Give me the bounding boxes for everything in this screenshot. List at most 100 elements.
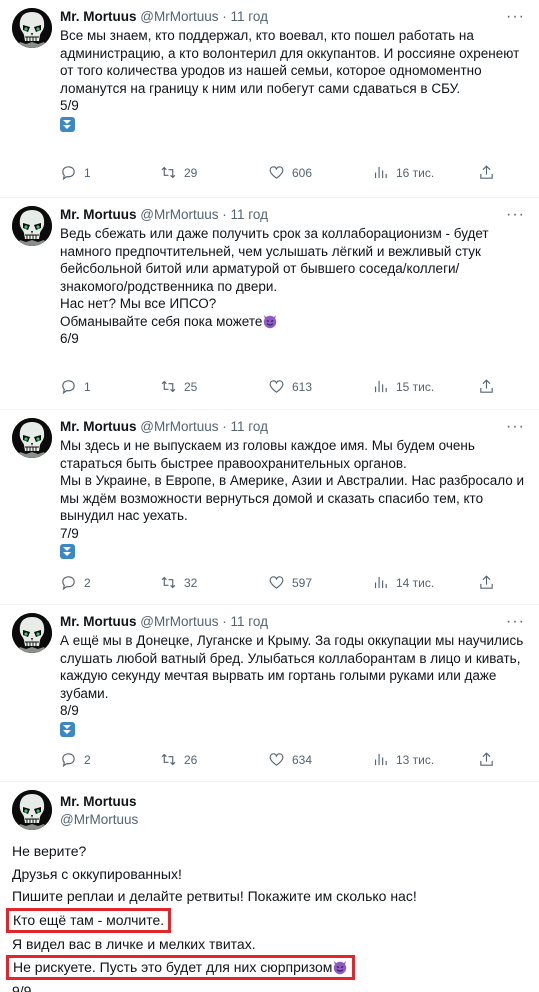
tweet-paragraph: Все мы знаем, кто поддержал, кто воевал,…: [60, 28, 520, 96]
avatar[interactable]: [12, 790, 52, 830]
views-icon: [374, 380, 387, 393]
skull-avatar-icon: [12, 613, 52, 653]
like-button[interactable]: 597: [268, 574, 312, 591]
retweet-icon: [161, 753, 176, 766]
tweet[interactable]: Mr. Mortuus @MrMortuus · 11 год ··· Все …: [0, 0, 539, 198]
reply-icon: [62, 576, 75, 591]
like-button[interactable]: 606: [268, 164, 312, 181]
share-icon: [480, 165, 493, 179]
tweet-time[interactable]: 11 год: [231, 419, 268, 434]
tweet-actions: 1 29 606 16 тис.: [60, 164, 500, 184]
views-count: 13 тис.: [396, 752, 435, 767]
retweet-count: 32: [184, 575, 198, 590]
author-name[interactable]: Mr. Mortuus: [60, 614, 137, 629]
thread-down-icon[interactable]: [60, 721, 75, 737]
more-icon[interactable]: ···: [506, 418, 525, 436]
more-icon[interactable]: ···: [506, 613, 525, 631]
tweet[interactable]: Mr. Mortuus @MrMortuus · 11 год ··· Мы з…: [0, 410, 539, 605]
views-count: 16 тис.: [396, 165, 435, 180]
author-name[interactable]: Mr. Mortuus: [60, 9, 137, 24]
like-button[interactable]: 634: [268, 751, 312, 768]
retweet-button[interactable]: 25: [160, 378, 197, 395]
highlight-box: Не рискуете. Пусть это будет для них сюр…: [6, 955, 356, 980]
author-handle[interactable]: @MrMortuus: [140, 614, 218, 629]
tweet[interactable]: Mr. Mortuus @MrMortuus · 11 год ··· А ещ…: [0, 605, 539, 782]
tweet-time[interactable]: 11 год: [231, 9, 268, 24]
author-name[interactable]: Mr. Mortuus: [60, 793, 138, 811]
tweet-text: Мы здесь и не выпускаем из головы каждое…: [60, 437, 525, 564]
author-name[interactable]: Mr. Mortuus: [60, 419, 137, 434]
avatar[interactable]: [12, 8, 52, 48]
avatar[interactable]: [12, 418, 52, 458]
like-icon: [269, 753, 284, 766]
share-icon: [480, 575, 493, 589]
tweet-line: Не верите?: [12, 843, 87, 859]
like-icon: [269, 166, 284, 179]
reply-button[interactable]: 2: [60, 574, 91, 591]
retweet-button[interactable]: 32: [160, 574, 197, 591]
thread-down-icon[interactable]: [60, 116, 75, 132]
reply-count: 2: [84, 752, 91, 767]
views-count: 14 тис.: [396, 575, 435, 590]
highlight-text: Не рискуете. Пусть это будет для них сюр…: [13, 959, 333, 975]
thread-counter: 5/9: [60, 98, 79, 113]
like-count: 634: [292, 752, 313, 767]
reply-button[interactable]: 2: [60, 751, 91, 768]
views-count: 15 тис.: [396, 379, 435, 394]
devil-emoji-icon: [262, 313, 278, 329]
avatar[interactable]: [12, 613, 52, 653]
tweet-paragraph: Нас нет? Мы все ИПСО?: [60, 296, 217, 311]
reply-button[interactable]: 1: [60, 164, 91, 181]
retweet-button[interactable]: 29: [160, 164, 197, 181]
author-block: Mr. Mortuus @MrMortuus: [60, 793, 138, 829]
author-handle[interactable]: @MrMortuus: [140, 419, 218, 434]
share-button[interactable]: [478, 751, 495, 768]
thread-down-icon[interactable]: [60, 544, 75, 559]
tweet-text: Ведь сбежать или даже получить срок за к…: [60, 225, 525, 348]
author-name[interactable]: Mr. Mortuus: [60, 207, 137, 222]
avatar[interactable]: [12, 206, 52, 246]
views-button[interactable]: 14 тис.: [372, 574, 434, 591]
tweet-time[interactable]: 11 год: [231, 614, 268, 629]
views-button[interactable]: 13 тис.: [372, 751, 434, 768]
author-handle[interactable]: @MrMortuus: [140, 9, 218, 24]
tweet[interactable]: Mr. Mortuus @MrMortuus · 11 год ··· Ведь…: [0, 198, 539, 410]
tweet-actions: 2 26 634 13 тис.: [60, 751, 500, 771]
retweet-count: 26: [184, 752, 198, 767]
tweet-actions: 2 32 597 14 тис.: [60, 574, 500, 594]
tweet-header: Mr. Mortuus @MrMortuus · 11 год: [60, 614, 268, 629]
like-button[interactable]: 613: [268, 378, 312, 395]
reply-count: 1: [84, 379, 91, 394]
share-button[interactable]: [478, 574, 495, 591]
more-icon[interactable]: ···: [506, 8, 525, 26]
tweet-time[interactable]: 11 год: [231, 207, 268, 222]
separator-dot: ·: [222, 9, 227, 24]
separator-dot: ·: [222, 207, 227, 222]
reply-icon: [62, 380, 75, 395]
tweet-actions: 1 25 613 15 тис.: [60, 378, 500, 398]
tweet-header: Mr. Mortuus @MrMortuus · 11 год: [60, 207, 268, 222]
share-button[interactable]: [478, 378, 495, 395]
share-button[interactable]: [478, 164, 495, 181]
views-icon: [374, 166, 387, 179]
author-handle[interactable]: @MrMortuus: [60, 811, 138, 829]
views-button[interactable]: 16 тис.: [372, 164, 434, 181]
retweet-button[interactable]: 26: [160, 751, 197, 768]
tweet-line: Я видел вас в личке и мелких твитах.: [12, 935, 256, 952]
author-handle[interactable]: @MrMortuus: [140, 207, 218, 222]
thread-counter: 7/9: [60, 525, 79, 541]
separator-dot: ·: [222, 419, 227, 434]
skull-avatar-icon: [12, 206, 52, 246]
tweet-line-highlighted: Кто ещё там - молчите.: [6, 907, 532, 933]
more-icon[interactable]: ···: [506, 206, 525, 224]
thread-counter: 8/9: [60, 703, 79, 718]
tweet-paragraph: Ведь сбежать или даже получить срок за к…: [60, 226, 489, 294]
separator-dot: ·: [222, 614, 227, 629]
views-icon: [374, 753, 387, 766]
views-button[interactable]: 15 тис.: [372, 378, 434, 395]
tweet-paragraph: Мы в Украине, в Европе, в Америке, Азии …: [60, 473, 525, 523]
views-icon: [374, 576, 387, 589]
reply-button[interactable]: 1: [60, 378, 91, 395]
reply-icon: [62, 166, 75, 181]
like-count: 606: [292, 165, 313, 180]
